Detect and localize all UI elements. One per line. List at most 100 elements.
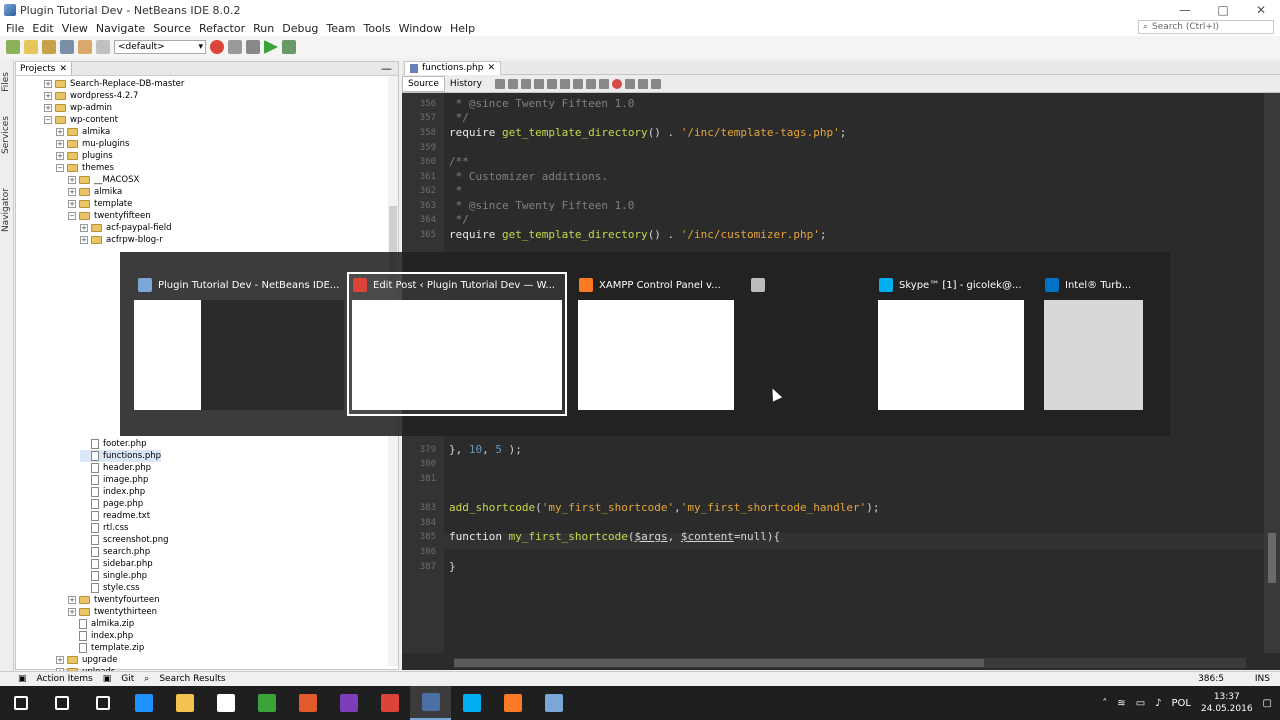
- action-items-tab[interactable]: Action Items: [37, 674, 93, 684]
- switcher-window[interactable]: XAMPP Control Panel v...: [575, 274, 737, 414]
- expand-icon[interactable]: +: [68, 176, 76, 184]
- tree-file[interactable]: template.zip: [68, 642, 144, 654]
- tree-file[interactable]: sidebar.php: [80, 558, 153, 570]
- taskbar-button[interactable]: [164, 686, 205, 720]
- switcher-window[interactable]: Plugin Tutorial Dev - NetBeans IDE...: [134, 274, 344, 414]
- shift-left-icon[interactable]: [585, 78, 596, 89]
- undo-icon[interactable]: [78, 40, 92, 54]
- taskbar-button[interactable]: [451, 686, 492, 720]
- toggle-bookmark-icon[interactable]: [572, 78, 583, 89]
- expand-icon[interactable]: +: [56, 656, 64, 664]
- code-line[interactable]: require get_template_directory() . '/inc…: [449, 228, 827, 241]
- run-icon[interactable]: [264, 40, 278, 54]
- expand-icon[interactable]: +: [44, 92, 52, 100]
- expand-icon[interactable]: +: [68, 608, 76, 616]
- record-macro-icon[interactable]: [611, 78, 622, 89]
- tab-navigator[interactable]: Navigator: [1, 188, 11, 232]
- new-project-icon[interactable]: [6, 40, 20, 54]
- expand-icon[interactable]: +: [68, 200, 76, 208]
- tree-file[interactable]: image.php: [80, 474, 148, 486]
- scrollbar-thumb[interactable]: [454, 659, 984, 667]
- tree-file[interactable]: rtl.css: [80, 522, 128, 534]
- expand-icon[interactable]: +: [56, 152, 64, 160]
- tree-folder[interactable]: + acf-paypal-field: [80, 222, 172, 234]
- tree-file[interactable]: style.css: [80, 582, 140, 594]
- tree-folder[interactable]: + mu-plugins: [56, 138, 129, 150]
- tab-services[interactable]: Services: [1, 116, 11, 154]
- tree-folder[interactable]: + wordpress-4.2.7: [44, 90, 138, 102]
- menu-run[interactable]: Run: [249, 22, 278, 35]
- editor-vertical-scrollbar[interactable]: [1264, 93, 1280, 653]
- expand-icon[interactable]: +: [44, 104, 52, 112]
- code-line[interactable]: add_shortcode('my_first_shortcode','my_f…: [449, 501, 879, 514]
- tree-file[interactable]: single.php: [80, 570, 147, 582]
- language-indicator[interactable]: POL: [1172, 698, 1191, 709]
- taskbar-button[interactable]: [0, 686, 41, 720]
- tab-projects[interactable]: Projects ✕: [16, 62, 73, 75]
- browser-icon[interactable]: [210, 40, 224, 54]
- close-icon[interactable]: ✕: [59, 64, 67, 74]
- redo-icon[interactable]: [96, 40, 110, 54]
- menu-help[interactable]: Help: [446, 22, 479, 35]
- volume-icon[interactable]: ♪: [1155, 698, 1161, 709]
- code-line[interactable]: function my_first_shortcode($args, $cont…: [449, 530, 780, 543]
- menu-file[interactable]: File: [2, 22, 28, 35]
- switcher-window[interactable]: Skype™ [1] - gicolek@...: [875, 274, 1027, 414]
- taskbar-button[interactable]: [328, 686, 369, 720]
- taskbar-button[interactable]: [533, 686, 574, 720]
- tree-folder[interactable]: + wp-admin: [44, 102, 112, 114]
- tree-folder[interactable]: + acfrpw-blog-r: [80, 234, 163, 246]
- open-project-icon[interactable]: [42, 40, 56, 54]
- code-line[interactable]: *: [449, 184, 463, 197]
- tree-folder[interactable]: + almika: [56, 126, 110, 138]
- tree-folder[interactable]: + plugins: [56, 150, 113, 162]
- taskbar-button[interactable]: [41, 686, 82, 720]
- find-icon[interactable]: [520, 78, 531, 89]
- scrollbar-thumb[interactable]: [1268, 533, 1276, 583]
- expand-icon[interactable]: +: [80, 236, 88, 244]
- notifications-icon[interactable]: ▢: [1263, 698, 1272, 709]
- taskbar-button[interactable]: [492, 686, 533, 720]
- code-line[interactable]: /**: [449, 155, 469, 168]
- tree-file[interactable]: header.php: [80, 462, 151, 474]
- code-line[interactable]: }, 10, 5 );: [449, 443, 522, 456]
- search-input[interactable]: ⌕ Search (Ctrl+I): [1138, 20, 1274, 34]
- clean-build-icon[interactable]: [246, 40, 260, 54]
- close-icon[interactable]: ✕: [1242, 0, 1280, 20]
- taskbar-button[interactable]: [205, 686, 246, 720]
- minimize-panel-icon[interactable]: —: [381, 62, 392, 75]
- tree-file[interactable]: search.php: [80, 546, 150, 558]
- tab-files[interactable]: Files: [1, 72, 11, 92]
- close-icon[interactable]: ✕: [487, 63, 495, 73]
- tree-folder[interactable]: − twentyfifteen: [68, 210, 151, 222]
- expand-icon[interactable]: +: [68, 188, 76, 196]
- wifi-icon[interactable]: ≋: [1117, 698, 1125, 709]
- menu-refactor[interactable]: Refactor: [195, 22, 249, 35]
- tree-file[interactable]: functions.php: [80, 450, 162, 462]
- taskbar-button[interactable]: [123, 686, 164, 720]
- tree-folder[interactable]: − themes: [56, 162, 114, 174]
- code-line[interactable]: */: [449, 213, 469, 226]
- taskbar-button[interactable]: [82, 686, 123, 720]
- tree-file[interactable]: page.php: [80, 498, 143, 510]
- tree-folder[interactable]: + Search-Replace-DB-master: [44, 78, 184, 90]
- expand-icon[interactable]: +: [44, 80, 52, 88]
- tree-file[interactable]: footer.php: [80, 438, 147, 450]
- menu-navigate[interactable]: Navigate: [92, 22, 149, 35]
- search-results-tab[interactable]: Search Results: [159, 674, 225, 684]
- minimize-icon[interactable]: —: [1166, 0, 1204, 20]
- collapse-icon[interactable]: −: [56, 164, 64, 172]
- chevron-up-icon[interactable]: ˄: [1102, 698, 1107, 709]
- tree-folder[interactable]: + almika: [68, 186, 122, 198]
- taskbar-button[interactable]: [410, 686, 451, 720]
- find-next-icon[interactable]: [546, 78, 557, 89]
- code-line[interactable]: * @since Twenty Fifteen 1.0: [449, 199, 635, 212]
- expand-icon[interactable]: +: [56, 128, 64, 136]
- save-all-icon[interactable]: [60, 40, 74, 54]
- tree-folder[interactable]: + upgrade: [56, 654, 118, 666]
- expand-icon[interactable]: +: [68, 596, 76, 604]
- menu-team[interactable]: Team: [322, 22, 359, 35]
- taskbar-button[interactable]: [246, 686, 287, 720]
- tree-folder[interactable]: + twentyfourteen: [68, 594, 160, 606]
- code-line[interactable]: require get_template_directory() . '/inc…: [449, 126, 846, 139]
